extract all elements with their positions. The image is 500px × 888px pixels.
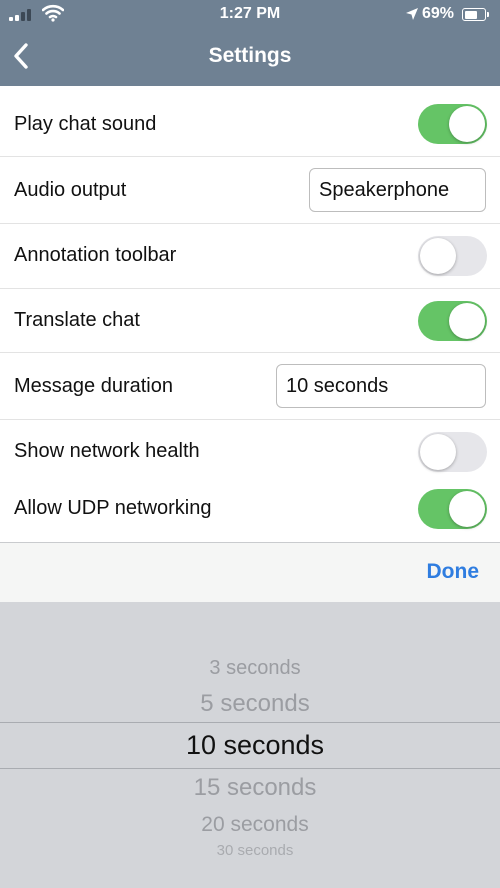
show-network-health-toggle[interactable] bbox=[418, 432, 487, 472]
picker-option[interactable]: 5 seconds bbox=[0, 690, 500, 718]
setting-row-audio-output: Audio output Speakerphone bbox=[0, 157, 500, 224]
status-bar: 1:27 PM 69% bbox=[0, 0, 500, 30]
setting-label: Show network health bbox=[14, 440, 200, 462]
setting-label: Annotation toolbar bbox=[14, 244, 177, 266]
picker-option[interactable]: 10 seconds bbox=[0, 730, 500, 761]
battery-fill bbox=[464, 10, 477, 19]
setting-row-annotation-toolbar: Annotation toolbar bbox=[0, 224, 500, 289]
picker-toolbar: Done bbox=[0, 542, 500, 602]
battery-percent: 69% bbox=[422, 5, 455, 22]
setting-row-allow-udp-networking: Allow UDP networking bbox=[0, 483, 500, 542]
audio-output-select[interactable]: Speakerphone bbox=[309, 168, 486, 212]
setting-label: Message duration bbox=[14, 375, 173, 397]
page-title: Settings bbox=[208, 44, 292, 67]
picker-option[interactable]: 30 seconds bbox=[0, 842, 500, 859]
picker-selection-top-line bbox=[0, 722, 500, 723]
annotation-toolbar-toggle[interactable] bbox=[418, 236, 487, 276]
setting-label: Allow UDP networking bbox=[14, 497, 212, 519]
picker-selection-bottom-line bbox=[0, 768, 500, 769]
location-arrow-icon bbox=[406, 8, 418, 20]
battery-icon bbox=[462, 8, 489, 21]
header: 1:27 PM 69% Settings bbox=[0, 0, 500, 86]
allow-udp-networking-toggle[interactable] bbox=[418, 489, 487, 529]
setting-label: Translate chat bbox=[14, 309, 140, 331]
setting-label: Play chat sound bbox=[14, 113, 157, 135]
picker-option[interactable]: 15 seconds bbox=[0, 774, 500, 802]
translate-chat-toggle[interactable] bbox=[418, 301, 487, 341]
play-chat-sound-toggle[interactable] bbox=[418, 104, 487, 144]
picker-option[interactable]: 3 seconds bbox=[0, 657, 500, 680]
duration-picker[interactable]: 3 seconds 5 seconds 10 seconds 15 second… bbox=[0, 602, 500, 888]
setting-row-show-network-health: Show network health bbox=[0, 420, 500, 483]
done-button[interactable]: Done bbox=[427, 560, 480, 584]
picker-option[interactable]: 20 seconds bbox=[0, 813, 500, 837]
setting-row-translate-chat: Translate chat bbox=[0, 289, 500, 353]
setting-row-message-duration: Message duration 10 seconds bbox=[0, 353, 500, 420]
nav-bar: Settings bbox=[0, 30, 500, 86]
setting-row-play-chat-sound: Play chat sound bbox=[0, 86, 500, 157]
message-duration-select[interactable]: 10 seconds bbox=[276, 364, 486, 408]
setting-label: Audio output bbox=[14, 179, 127, 201]
